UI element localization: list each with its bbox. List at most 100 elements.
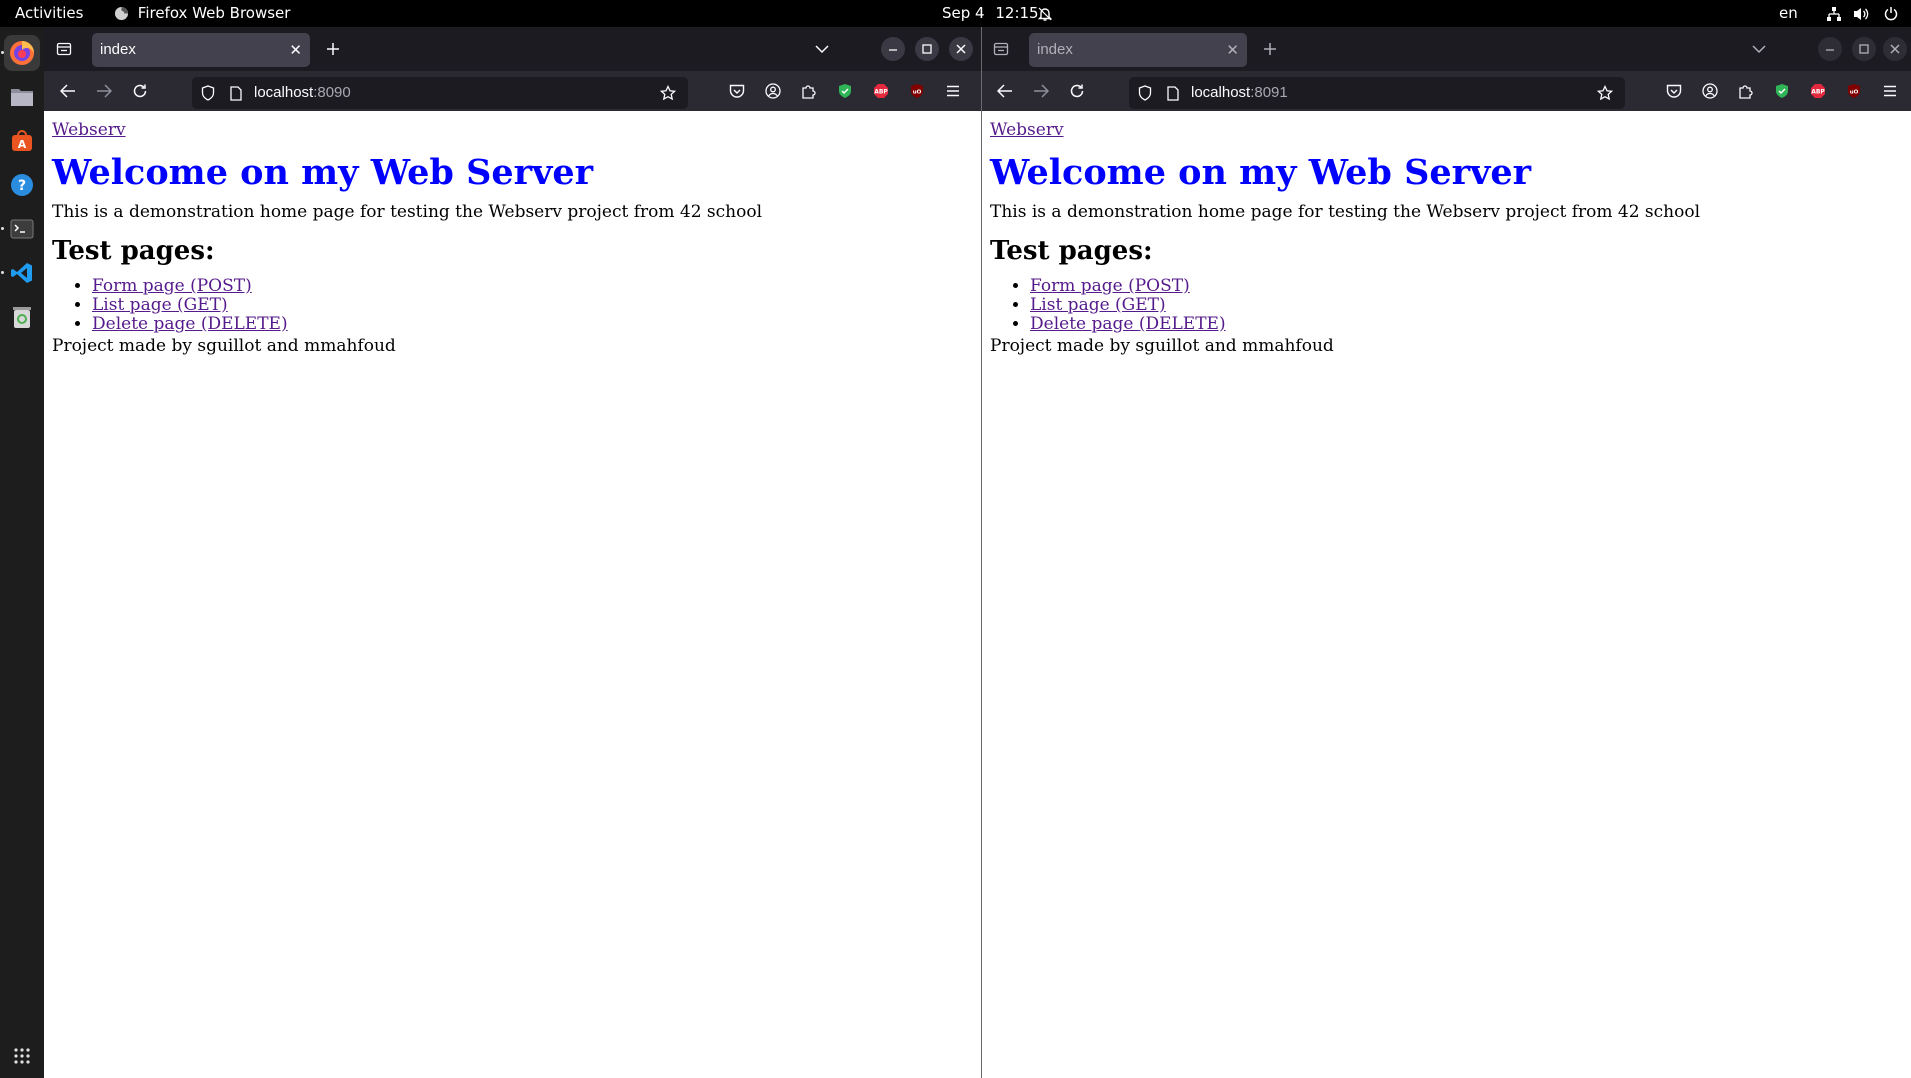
page-footer: Project made by sguillot and mmahfoud — [990, 336, 1334, 356]
tab-close-icon[interactable]: ✕ — [289, 33, 302, 67]
extensions-puzzle-icon[interactable] — [1734, 79, 1758, 103]
list-item: Delete page (DELETE) — [92, 315, 288, 334]
svg-text:ABP: ABP — [1811, 89, 1825, 96]
tab-strip: index ✕ — [982, 27, 1911, 71]
navigation-toolbar: localhost:8091 ABP uO — [982, 71, 1911, 111]
minimize-icon[interactable] — [1818, 37, 1842, 61]
forward-arrow-icon[interactable] — [90, 77, 118, 105]
adblock-plus-icon[interactable]: ABP — [1806, 79, 1830, 103]
minimize-icon[interactable] — [881, 37, 905, 61]
ublock-origin-icon[interactable]: uO — [905, 79, 929, 103]
bookmark-star-icon[interactable] — [659, 84, 677, 102]
show-applications-icon[interactable] — [4, 1038, 40, 1074]
hamburger-menu-icon[interactable] — [1878, 79, 1902, 103]
power-icon[interactable] — [1883, 0, 1899, 27]
list-item: Delete page (DELETE) — [1030, 315, 1226, 334]
extensions-puzzle-icon[interactable] — [797, 79, 821, 103]
svg-text:A: A — [18, 138, 27, 151]
vscode-icon[interactable] — [4, 255, 40, 291]
clock[interactable]: Sep 4 12:15 — [942, 0, 1039, 27]
app-center-icon[interactable]: A — [4, 123, 40, 159]
network-icon[interactable] — [1826, 0, 1842, 27]
reload-icon[interactable] — [1063, 77, 1091, 105]
bookmark-star-icon[interactable] — [1596, 84, 1614, 102]
url-text: localhost:8091 — [1191, 77, 1288, 109]
terminal-icon[interactable] — [4, 211, 40, 247]
maximize-icon[interactable] — [915, 37, 939, 61]
close-window-icon[interactable] — [1883, 37, 1907, 61]
account-icon[interactable] — [1698, 79, 1722, 103]
top-bar: Activities Firefox Web Browser Sep 4 12:… — [0, 0, 1911, 27]
delete-page-link[interactable]: Delete page (DELETE) — [1030, 314, 1226, 334]
list-item: List page (GET) — [1030, 296, 1226, 315]
account-icon[interactable] — [761, 79, 785, 103]
svg-text:uO: uO — [913, 90, 922, 96]
language-indicator[interactable]: en — [1779, 0, 1798, 27]
activities-button[interactable]: Activities — [15, 0, 83, 27]
list-item: List page (GET) — [92, 296, 288, 315]
volume-icon[interactable] — [1853, 0, 1870, 27]
new-tab-plus-icon[interactable] — [1256, 35, 1284, 63]
url-text: localhost:8090 — [254, 77, 351, 109]
pocket-icon[interactable] — [1662, 79, 1686, 103]
forward-arrow-icon[interactable] — [1027, 77, 1055, 105]
firefox-icon[interactable] — [4, 35, 40, 71]
list-all-tabs-chevron-down-icon[interactable] — [808, 35, 836, 63]
page-description: This is a demonstration home page for te… — [990, 202, 1701, 222]
new-tab-plus-icon[interactable] — [319, 35, 347, 63]
tracking-shield-icon[interactable] — [1137, 85, 1153, 101]
shield-extension-icon[interactable] — [833, 79, 857, 103]
webserv-link[interactable]: Webserv — [52, 120, 126, 140]
dock: A ? — [0, 27, 44, 1078]
browser-window-left: index ✕ localhost:8090 ABP uO Webserv We… — [44, 27, 981, 1078]
tab-index[interactable]: index ✕ — [1029, 33, 1247, 67]
clock-time: 12:15 — [995, 4, 1039, 22]
test-pages-heading: Test pages: — [990, 236, 1153, 266]
url-host: localhost — [254, 84, 314, 101]
adblock-plus-icon[interactable]: ABP — [869, 79, 893, 103]
page-info-icon[interactable] — [1165, 85, 1181, 101]
pocket-icon[interactable] — [725, 79, 749, 103]
svg-text:ABP: ABP — [874, 89, 888, 96]
list-page-link[interactable]: List page (GET) — [92, 295, 228, 315]
back-arrow-icon[interactable] — [991, 77, 1019, 105]
hamburger-menu-icon[interactable] — [941, 79, 965, 103]
list-item: Form page (POST) — [1030, 277, 1226, 296]
back-arrow-icon[interactable] — [54, 77, 82, 105]
page-info-icon[interactable] — [228, 85, 244, 101]
notification-bell-icon[interactable] — [1037, 0, 1053, 27]
url-bar[interactable]: localhost:8090 — [192, 77, 688, 109]
reload-icon[interactable] — [126, 77, 154, 105]
help-icon[interactable]: ? — [4, 167, 40, 203]
list-page-link[interactable]: List page (GET) — [1030, 295, 1166, 315]
ublock-origin-icon[interactable]: uO — [1842, 79, 1866, 103]
firefox-small-icon — [114, 6, 129, 21]
form-page-link[interactable]: Form page (POST) — [92, 276, 252, 296]
tab-title: index — [1037, 41, 1073, 58]
page-footer: Project made by sguillot and mmahfoud — [52, 336, 396, 356]
shield-extension-icon[interactable] — [1770, 79, 1794, 103]
delete-page-link[interactable]: Delete page (DELETE) — [92, 314, 288, 334]
webserv-link[interactable]: Webserv — [990, 120, 1064, 140]
url-port: :8090 — [313, 84, 351, 101]
firefox-view-icon[interactable] — [50, 35, 78, 63]
app-menu[interactable]: Firefox Web Browser — [114, 0, 290, 27]
tab-close-icon[interactable]: ✕ — [1226, 33, 1239, 67]
tab-title: index — [100, 41, 136, 58]
close-window-icon[interactable] — [949, 37, 973, 61]
form-page-link[interactable]: Form page (POST) — [1030, 276, 1190, 296]
url-bar[interactable]: localhost:8091 — [1129, 77, 1625, 109]
firefox-view-icon[interactable] — [987, 35, 1015, 63]
trash-icon[interactable] — [4, 299, 40, 335]
test-pages-heading: Test pages: — [52, 236, 215, 266]
svg-text:?: ? — [18, 178, 26, 194]
list-all-tabs-chevron-down-icon[interactable] — [1745, 35, 1773, 63]
url-port: :8091 — [1250, 84, 1288, 101]
url-host: localhost — [1191, 84, 1251, 101]
page-content: Webserv Welcome on my Web Server This is… — [44, 111, 981, 1078]
tracking-shield-icon[interactable] — [200, 85, 216, 101]
maximize-icon[interactable] — [1852, 37, 1876, 61]
files-icon[interactable] — [4, 79, 40, 115]
tab-index[interactable]: index ✕ — [92, 33, 310, 67]
app-name: Firefox Web Browser — [137, 4, 291, 22]
